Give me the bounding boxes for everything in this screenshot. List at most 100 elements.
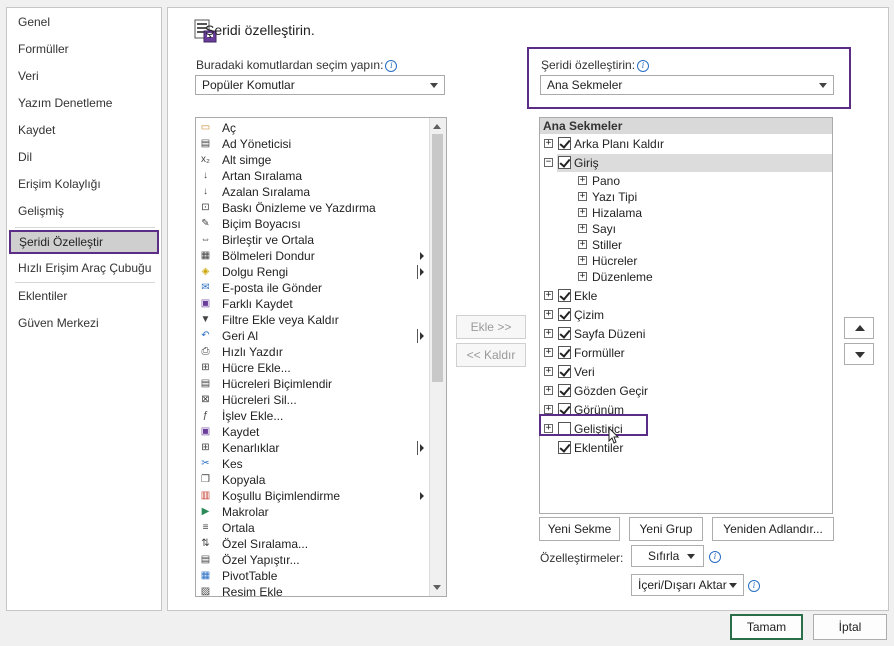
command-item[interactable]: ≡ Ortala bbox=[196, 520, 432, 536]
expand-icon[interactable]: + bbox=[544, 386, 553, 395]
command-item[interactable]: ▦ Bölmeleri Dondur bbox=[196, 248, 432, 264]
expand-icon[interactable]: + bbox=[544, 291, 553, 300]
expand-icon[interactable]: + bbox=[578, 272, 587, 281]
command-item[interactable]: ▭ Aç bbox=[196, 120, 432, 136]
new-group-button[interactable]: Yeni Grup bbox=[629, 517, 703, 541]
tab-checkbox[interactable] bbox=[558, 289, 571, 302]
command-item[interactable]: ✉ E-posta ile Gönder bbox=[196, 280, 432, 296]
command-item[interactable]: ⊠ Hücreleri Sil... bbox=[196, 392, 432, 408]
command-item[interactable]: ✎ Biçim Boyacısı bbox=[196, 216, 432, 232]
import-export-dropdown[interactable]: İçeri/Dışarı Aktar bbox=[631, 574, 744, 596]
command-item[interactable]: ⊞ Hücre Ekle... bbox=[196, 360, 432, 376]
command-item[interactable]: ▼ Filtre Ekle veya Kaldır bbox=[196, 312, 432, 328]
nav-item[interactable]: Dil bbox=[18, 146, 32, 168]
tab-checkbox[interactable] bbox=[558, 346, 571, 359]
command-item[interactable]: ◈ Dolgu Rengi bbox=[196, 264, 432, 280]
scroll-down-icon[interactable] bbox=[433, 585, 441, 590]
tab-checkbox[interactable] bbox=[558, 441, 571, 454]
tab-checkbox[interactable] bbox=[558, 308, 571, 321]
command-item[interactable]: ▶ Makrolar bbox=[196, 504, 432, 520]
scrollbar-thumb[interactable] bbox=[432, 134, 443, 382]
ribbon-tabs-dropdown[interactable]: Ana Sekmeler bbox=[540, 75, 834, 95]
commands-list[interactable]: ▭ Aç ▤ Ad Yöneticisi x₂ Alt simge ↓ Artan Sıral… bbox=[195, 117, 447, 597]
expand-icon[interactable]: + bbox=[544, 405, 553, 414]
ribbon-tab-item[interactable]: + Gözden Geçir bbox=[540, 382, 832, 400]
nav-item[interactable]: Formüller bbox=[18, 38, 69, 60]
nav-item[interactable]: Güven Merkezi bbox=[18, 312, 99, 334]
info-icon[interactable]: i bbox=[637, 60, 650, 72]
expand-icon[interactable]: + bbox=[578, 256, 587, 265]
command-item[interactable]: ⊡ Baskı Önizleme ve Yazdırma bbox=[196, 200, 432, 216]
expand-icon[interactable]: + bbox=[544, 139, 553, 148]
nav-item[interactable]: Genel bbox=[18, 11, 50, 33]
nav-item[interactable]: Kaydet bbox=[18, 119, 55, 141]
ribbon-tab-item[interactable]: + Formüller bbox=[540, 344, 832, 362]
command-item[interactable]: ❐ Kopyala bbox=[196, 472, 432, 488]
nav-item[interactable]: Eklentiler bbox=[18, 285, 67, 307]
nav-item[interactable]: Yazım Denetleme bbox=[18, 92, 112, 114]
expand-icon[interactable]: + bbox=[578, 192, 587, 201]
move-up-button[interactable] bbox=[844, 317, 874, 339]
new-tab-button[interactable]: Yeni Sekme bbox=[539, 517, 620, 541]
ribbon-tab-item[interactable]: + Çizim bbox=[540, 306, 832, 324]
expand-icon[interactable]: + bbox=[578, 176, 587, 185]
reset-dropdown[interactable]: Sıfırla bbox=[631, 545, 704, 567]
tab-checkbox[interactable] bbox=[558, 156, 571, 169]
command-item[interactable]: x₂ Alt simge bbox=[196, 152, 432, 168]
collapse-icon[interactable]: − bbox=[544, 158, 553, 167]
move-down-button[interactable] bbox=[844, 343, 874, 365]
scroll-up-icon[interactable] bbox=[433, 124, 441, 129]
ribbon-tab-item[interactable]: + Veri bbox=[540, 363, 832, 381]
command-item[interactable]: ▤ Hücreleri Biçimlendir bbox=[196, 376, 432, 392]
ribbon-group-item[interactable]: + Düzenleme bbox=[540, 268, 832, 286]
add-button[interactable]: Ekle >> bbox=[456, 315, 526, 339]
command-item[interactable]: ⇅ Özel Sıralama... bbox=[196, 536, 432, 552]
expand-icon[interactable]: + bbox=[544, 348, 553, 357]
command-item[interactable]: ⎙ Hızlı Yazdır bbox=[196, 344, 432, 360]
command-item[interactable]: ▤ Ad Yöneticisi bbox=[196, 136, 432, 152]
nav-item[interactable]: Şeridi Özelleştir bbox=[9, 230, 159, 254]
info-icon[interactable]: i bbox=[748, 580, 760, 592]
ribbon-tab-item[interactable]: + Sayfa Düzeni bbox=[540, 325, 832, 343]
command-item[interactable]: ▤ Özel Yapıştır... bbox=[196, 552, 432, 568]
command-item[interactable]: ⊞ Kenarlıklar bbox=[196, 440, 432, 456]
command-item[interactable]: ▥ Koşullu Biçimlendirme bbox=[196, 488, 432, 504]
command-item[interactable]: ↓ Artan Sıralama bbox=[196, 168, 432, 184]
remove-button[interactable]: << Kaldır bbox=[456, 343, 526, 367]
nav-item[interactable]: Gelişmiş bbox=[18, 200, 64, 222]
commands-source-dropdown[interactable]: Popüler Komutlar bbox=[195, 75, 445, 95]
tab-checkbox[interactable] bbox=[558, 137, 571, 150]
info-icon[interactable]: i bbox=[709, 551, 721, 563]
command-item[interactable]: ↓ Azalan Sıralama bbox=[196, 184, 432, 200]
expand-icon[interactable]: + bbox=[578, 208, 587, 217]
cancel-button[interactable]: İptal bbox=[813, 614, 887, 640]
info-icon[interactable]: i bbox=[385, 60, 398, 72]
nav-item[interactable]: Hızlı Erişim Araç Çubuğu bbox=[18, 257, 151, 279]
ribbon-tab-item[interactable]: + Ekle bbox=[540, 287, 832, 305]
tab-checkbox[interactable] bbox=[558, 327, 571, 340]
command-item[interactable]: ↶ Geri Al bbox=[196, 328, 432, 344]
expand-icon[interactable]: + bbox=[578, 240, 587, 249]
command-item[interactable]: ƒ İşlev Ekle... bbox=[196, 408, 432, 424]
command-item[interactable]: ▨ Resim Ekle bbox=[196, 584, 432, 596]
expand-icon[interactable]: + bbox=[544, 367, 553, 376]
rename-button[interactable]: Yeniden Adlandır... bbox=[712, 517, 834, 541]
ribbon-tab-item[interactable]: + Arka Planı Kaldır bbox=[540, 135, 832, 153]
expand-icon[interactable]: + bbox=[544, 329, 553, 338]
command-item[interactable]: ✂ Kes bbox=[196, 456, 432, 472]
nav-item[interactable]: Veri bbox=[18, 65, 39, 87]
ribbon-tab-item[interactable]: − Giriş bbox=[540, 154, 832, 172]
expand-icon[interactable]: + bbox=[578, 224, 587, 233]
command-item[interactable]: ▦ PivotTable bbox=[196, 568, 432, 584]
command-item[interactable]: ⇔ Birleştir ve Ortala bbox=[196, 232, 432, 248]
command-item[interactable]: ▣ Kaydet bbox=[196, 424, 432, 440]
ribbon-tab-item[interactable]: Eklentiler bbox=[540, 439, 832, 457]
format-cells-icon: ▤ bbox=[200, 378, 211, 389]
ok-button[interactable]: Tamam bbox=[730, 614, 803, 640]
expand-icon[interactable]: + bbox=[544, 310, 553, 319]
nav-item[interactable]: Erişim Kolaylığı bbox=[18, 173, 101, 195]
tab-checkbox[interactable] bbox=[558, 384, 571, 397]
ribbon-tree[interactable]: Ana Sekmeler + Arka Planı Kaldır − Giriş + Pa… bbox=[539, 117, 833, 514]
command-item[interactable]: ▣ Farklı Kaydet bbox=[196, 296, 432, 312]
tab-checkbox[interactable] bbox=[558, 365, 571, 378]
